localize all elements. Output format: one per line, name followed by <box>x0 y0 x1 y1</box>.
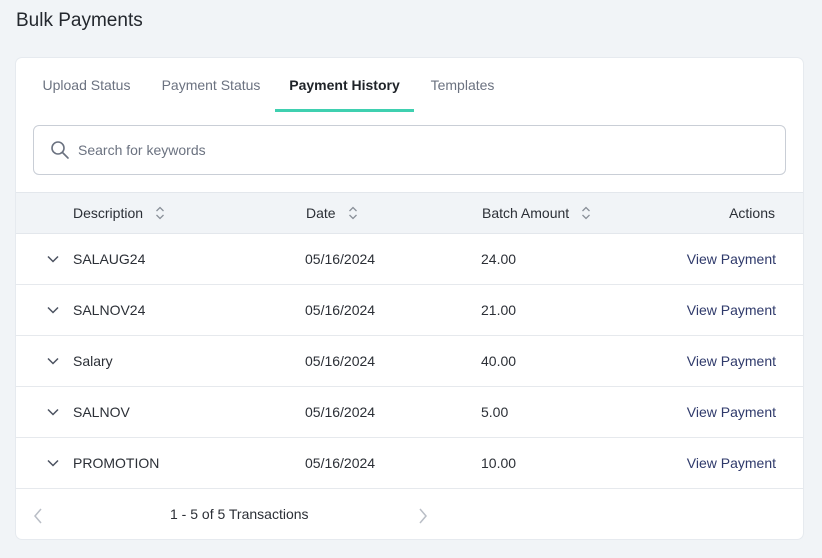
cell-description: SALNOV24 <box>73 302 146 318</box>
cell-date: 05/16/2024 <box>305 251 376 267</box>
chevron-down-icon[interactable] <box>46 456 60 470</box>
view-payment-link[interactable]: View Payment <box>687 336 776 386</box>
chevron-down-icon[interactable] <box>46 354 60 368</box>
chevron-down-icon[interactable] <box>46 405 60 419</box>
chevron-right-icon[interactable] <box>417 507 429 525</box>
page-title: Bulk Payments <box>16 10 143 31</box>
tab-payment-history[interactable]: Payment History <box>275 58 414 112</box>
payment-history-table: Description Date Batch Amount Actions SA… <box>16 192 803 489</box>
tab-upload-status[interactable]: Upload Status <box>27 58 146 112</box>
column-header-label: Description <box>73 205 144 221</box>
chevron-left-icon[interactable] <box>32 507 44 525</box>
cell-date: 05/16/2024 <box>305 455 376 471</box>
cell-date: 05/16/2024 <box>305 404 376 420</box>
cell-amount: 40.00 <box>481 353 517 369</box>
cell-description: SALAUG24 <box>73 251 146 267</box>
cell-amount: 21.00 <box>481 302 517 318</box>
chevron-down-icon[interactable] <box>46 252 60 266</box>
view-payment-link[interactable]: View Payment <box>687 438 776 488</box>
tab-label: Upload Status <box>42 77 131 93</box>
tab-bar: Upload Status Payment Status Payment His… <box>16 58 803 112</box>
sort-icon[interactable] <box>155 206 165 220</box>
cell-amount: 24.00 <box>481 251 517 267</box>
cell-description: PROMOTION <box>73 455 160 471</box>
column-header-label: Actions <box>729 205 775 221</box>
cell-date: 05/16/2024 <box>305 302 376 318</box>
view-payment-link[interactable]: View Payment <box>687 285 776 335</box>
column-header-label: Batch Amount <box>482 205 570 221</box>
table-row: SALAUG24 05/16/2024 24.00 View Payment <box>16 234 803 285</box>
pagination-summary: 1 - 5 of 5 Transactions <box>170 506 309 522</box>
cell-date: 05/16/2024 <box>305 353 376 369</box>
table-row: SALNOV 05/16/2024 5.00 View Payment <box>16 387 803 438</box>
table-header: Description Date Batch Amount Actions <box>16 192 803 234</box>
column-batch-amount: Batch Amount <box>482 193 591 233</box>
table-row: SALNOV24 05/16/2024 21.00 View Payment <box>16 285 803 336</box>
tab-label: Payment Status <box>161 77 261 93</box>
chevron-down-icon[interactable] <box>46 303 60 317</box>
tab-payment-status[interactable]: Payment Status <box>149 58 273 112</box>
cell-amount: 10.00 <box>481 455 517 471</box>
tab-label: Payment History <box>289 77 400 93</box>
tab-label: Templates <box>430 77 495 93</box>
column-description: Description <box>73 193 165 233</box>
pagination: 1 - 5 of 5 Transactions <box>16 489 803 539</box>
search-box <box>33 125 786 175</box>
search-icon <box>51 141 69 159</box>
cell-description: SALNOV <box>73 404 130 420</box>
view-payment-link[interactable]: View Payment <box>687 234 776 284</box>
view-payment-link[interactable]: View Payment <box>687 387 776 437</box>
column-actions: Actions <box>729 193 775 233</box>
table-row: PROMOTION 05/16/2024 10.00 View Payment <box>16 438 803 489</box>
column-header-label: Date <box>306 205 336 221</box>
sort-icon[interactable] <box>581 206 591 220</box>
table-row: Salary 05/16/2024 40.00 View Payment <box>16 336 803 387</box>
sort-icon[interactable] <box>348 206 358 220</box>
cell-description: Salary <box>73 353 113 369</box>
payments-card: Upload Status Payment Status Payment His… <box>16 58 803 539</box>
tab-templates[interactable]: Templates <box>417 58 508 112</box>
search-input[interactable] <box>78 126 785 174</box>
cell-amount: 5.00 <box>481 404 509 420</box>
column-date: Date <box>306 193 358 233</box>
